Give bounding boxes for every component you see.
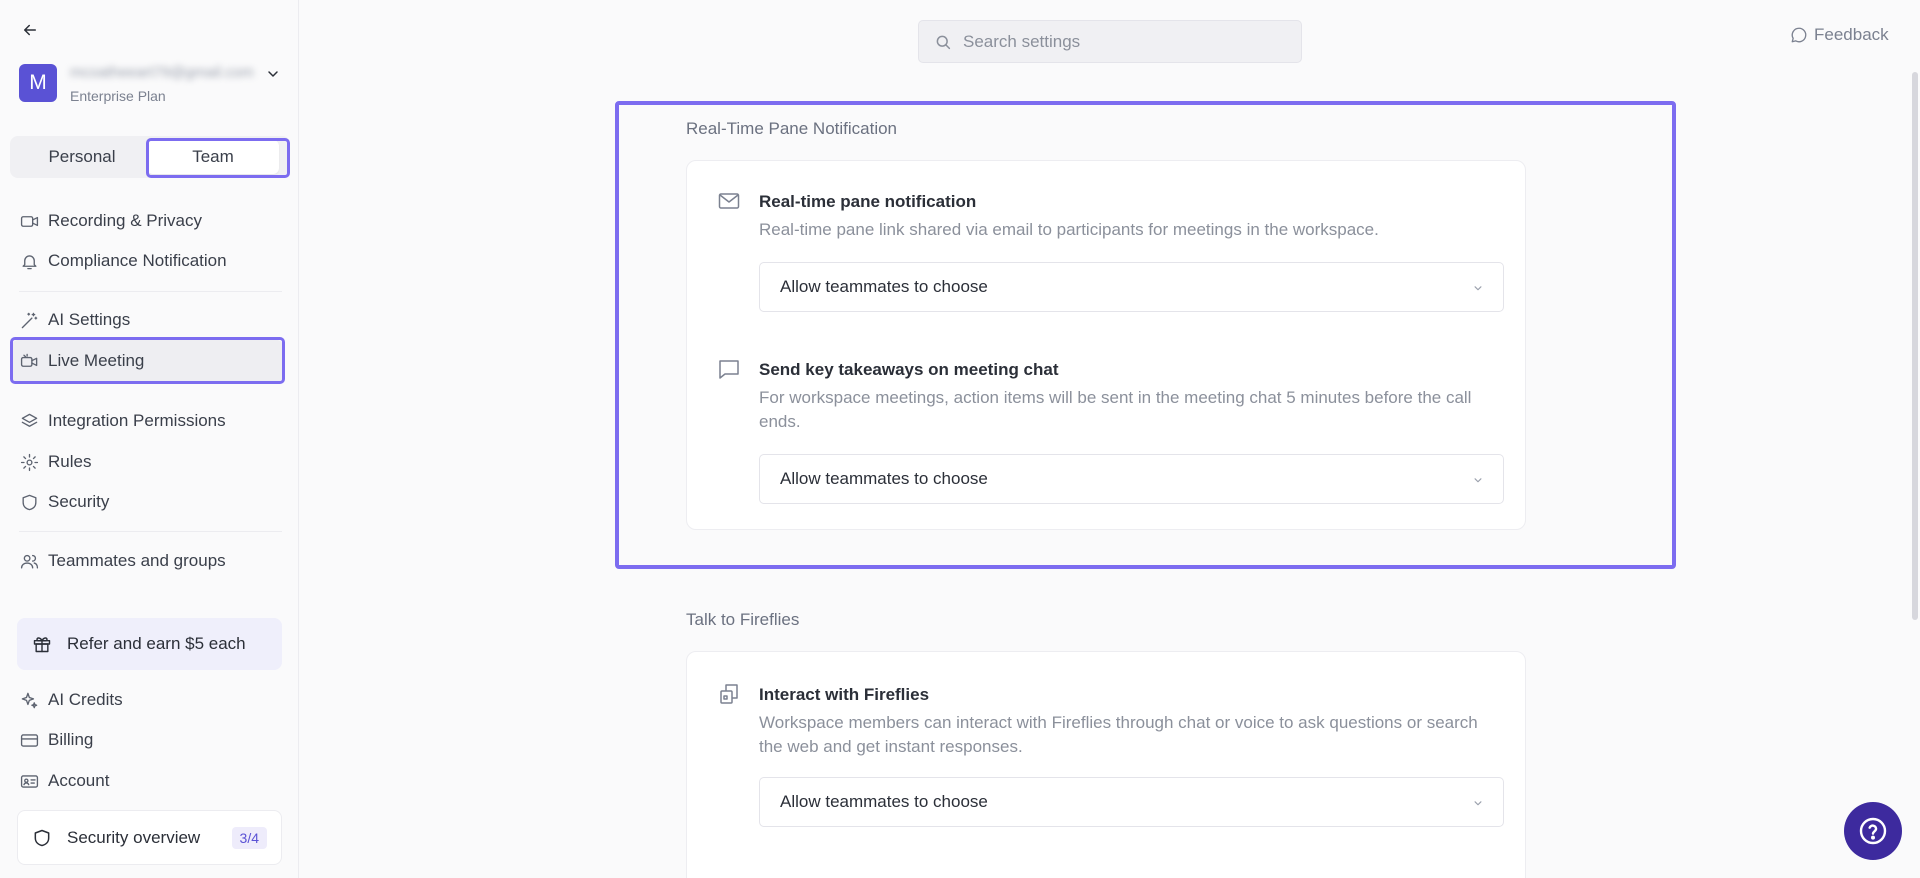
permission-select[interactable]: Allow teammates to choose — [759, 777, 1504, 827]
sidebar-item-label: AI Settings — [48, 310, 131, 329]
setting-title: Interact with Fireflies — [759, 685, 930, 704]
sidebar-item-integration-permissions[interactable]: Integration Permissions — [19, 409, 226, 433]
gift-icon — [32, 634, 52, 654]
sidebar-item-compliance-notification[interactable]: Compliance Notification — [19, 249, 227, 273]
avatar: M — [19, 64, 57, 102]
sidebar-item-label: Security — [48, 492, 110, 511]
chevron-down-icon — [1471, 796, 1485, 810]
back-arrow-icon[interactable] — [18, 18, 42, 42]
feedback-button[interactable]: Feedback — [1790, 24, 1889, 46]
sidebar-item-label: AI Credits — [48, 690, 123, 709]
shield-icon — [32, 828, 52, 848]
sidebar-item-security[interactable]: Security — [19, 490, 109, 514]
bell-icon — [19, 251, 39, 271]
setting-title: Real-time pane notification — [759, 192, 977, 211]
user-email: mcoatheeart79@gmail.com — [70, 64, 254, 81]
mail-icon — [717, 189, 741, 213]
divider — [19, 531, 282, 532]
user-plan: Enterprise Plan — [70, 88, 166, 104]
sidebar-item-billing[interactable]: Billing — [19, 728, 93, 752]
select-value: Allow teammates to choose — [780, 792, 988, 811]
tab-team[interactable]: Team — [147, 140, 279, 174]
divider — [19, 291, 282, 292]
search-bar[interactable] — [918, 20, 1302, 63]
chat-bubble-icon — [1790, 26, 1808, 44]
security-overview-card[interactable]: Security overview 3/4 — [17, 810, 282, 865]
permission-select[interactable]: Allow teammates to choose — [759, 262, 1504, 312]
sidebar: M mcoatheeart79@gmail.com Enterprise Pla… — [0, 0, 299, 878]
sidebar-item-account[interactable]: Account — [19, 769, 109, 793]
section-title: Talk to Fireflies — [686, 610, 800, 629]
sidebar-item-label: Teammates and groups — [48, 551, 226, 570]
credit-card-icon — [19, 730, 39, 750]
tab-personal[interactable]: Personal — [16, 140, 148, 174]
live-video-icon — [19, 351, 39, 371]
sidebar-item-label: Recording & Privacy — [48, 211, 203, 230]
chevron-down-icon — [1471, 281, 1485, 295]
status-badge: 3/4 — [231, 827, 267, 849]
fireflies-chat-icon — [717, 682, 741, 706]
gear-icon — [19, 452, 39, 472]
security-overview-label: Security overview — [67, 827, 201, 847]
settings-card: Interact with Fireflies Workspace member… — [686, 651, 1526, 878]
setting-description: Workspace members can interact with Fire… — [759, 713, 1478, 756]
sidebar-item-ai-settings[interactable]: AI Settings — [19, 308, 130, 332]
scope-toggle: Personal Team — [10, 136, 290, 178]
sidebar-item-rules[interactable]: Rules — [19, 450, 91, 474]
sidebar-item-ai-credits[interactable]: AI Credits — [19, 688, 123, 712]
setting-description: Real-time pane link shared via email to … — [759, 220, 1379, 239]
sidebar-item-label: Integration Permissions — [48, 411, 226, 430]
feedback-label: Feedback — [1814, 25, 1889, 44]
refer-earn-banner[interactable]: Refer and earn $5 each — [17, 618, 282, 670]
sidebar-item-label: Rules — [48, 452, 92, 471]
search-icon — [934, 33, 952, 51]
permission-select[interactable]: Allow teammates to choose — [759, 454, 1504, 504]
refer-label: Refer and earn $5 each — [67, 634, 246, 653]
search-input[interactable] — [963, 31, 1283, 52]
sidebar-item-teammates-groups[interactable]: Teammates and groups — [19, 549, 226, 573]
magic-wand-icon — [19, 310, 39, 330]
sidebar-item-label: Live Meeting — [48, 351, 145, 370]
account-switcher[interactable]: M mcoatheeart79@gmail.com Enterprise Pla… — [19, 64, 281, 106]
sparkle-icon — [19, 690, 39, 710]
chevron-down-icon — [1471, 473, 1485, 487]
select-value: Allow teammates to choose — [780, 469, 988, 488]
select-value: Allow teammates to choose — [780, 277, 988, 296]
sidebar-item-recording-privacy[interactable]: Recording & Privacy — [19, 209, 202, 233]
chat-icon — [717, 357, 741, 381]
sidebar-item-label: Account — [48, 771, 110, 790]
layers-icon — [19, 411, 39, 431]
section-title: Real-Time Pane Notification — [686, 119, 898, 138]
sidebar-item-label: Compliance Notification — [48, 251, 227, 270]
help-button[interactable] — [1844, 802, 1902, 860]
sidebar-item-label: Billing — [48, 730, 94, 749]
id-card-icon — [19, 771, 39, 791]
setting-description: For workspace meetings, action items wil… — [759, 388, 1472, 431]
setting-title: Send key takeaways on meeting chat — [759, 360, 1059, 379]
scrollbar[interactable] — [1912, 72, 1918, 620]
shield-icon — [19, 492, 39, 512]
question-icon — [1857, 815, 1889, 847]
settings-card: Real-time pane notification Real-time pa… — [686, 160, 1526, 530]
sidebar-item-live-meeting[interactable]: Live Meeting — [19, 349, 144, 373]
chevron-down-icon[interactable] — [265, 66, 281, 82]
users-icon — [19, 551, 39, 571]
video-icon — [19, 211, 39, 231]
